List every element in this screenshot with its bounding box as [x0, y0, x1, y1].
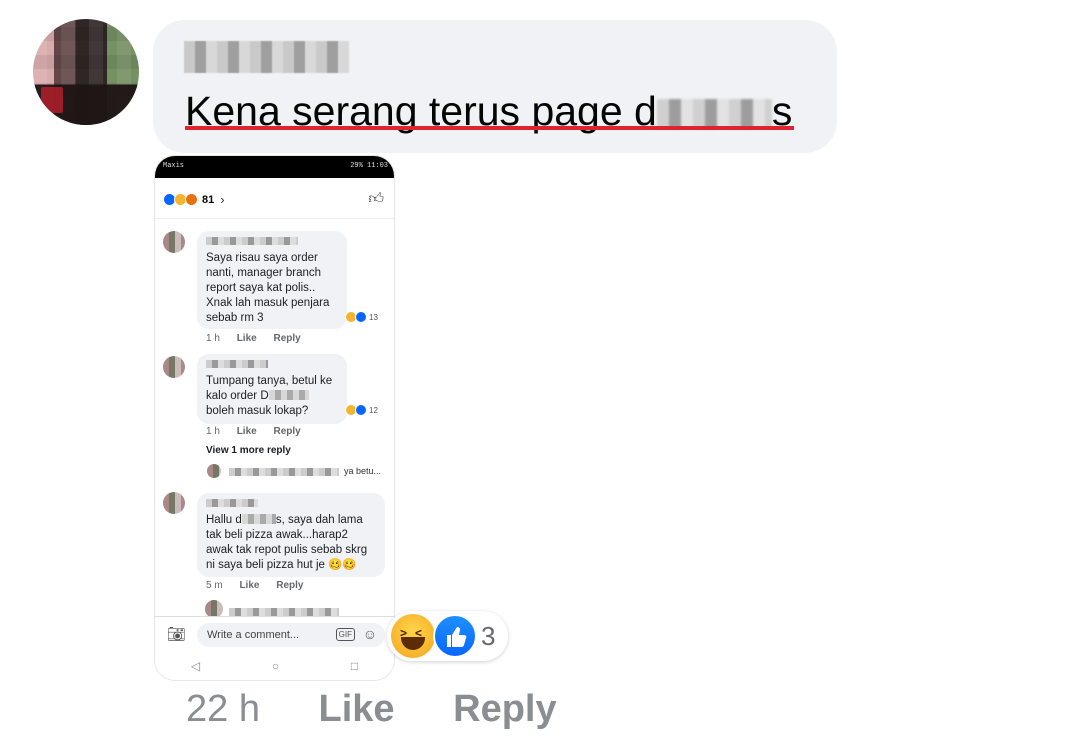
- comment-text: Hallu d s, saya dah lama tak beli pizza a…: [206, 514, 368, 571]
- haha-emoji-icon: ><: [391, 614, 435, 658]
- gif-button[interactable]: GIF: [335, 628, 355, 641]
- comment-text: Saya risau saya order nanti, manager bra…: [206, 252, 330, 324]
- name-blurred: [229, 608, 339, 616]
- reaction-total: 81: [202, 193, 215, 206]
- name-blurred: [206, 499, 258, 507]
- red-underline: [185, 126, 794, 130]
- avatar[interactable]: [207, 464, 221, 478]
- comment-time: 5 m: [206, 580, 223, 591]
- comment-reactions[interactable]: 13: [345, 311, 378, 323]
- comment-actions: 22 h Like Reply: [186, 688, 605, 731]
- comment-meta: 5 m Like Reply: [206, 580, 317, 591]
- redacted-text: [656, 99, 772, 129]
- reply-link[interactable]: Reply: [276, 580, 303, 591]
- battery-time-label: 29% 11:03: [350, 162, 388, 170]
- reply-preview[interactable]: ya betu...: [344, 466, 381, 476]
- recents-nav-icon[interactable]: □: [351, 659, 358, 673]
- smile-icon[interactable]: ☺: [363, 626, 377, 642]
- reply-link[interactable]: Reply: [273, 426, 300, 437]
- list-item: Tumpang tanya, betul ke kalo order D bol…: [197, 354, 347, 424]
- like-link[interactable]: Like: [239, 580, 259, 591]
- home-nav-icon[interactable]: ○: [272, 659, 279, 673]
- reply-button[interactable]: Reply: [453, 688, 556, 730]
- comment-reactions[interactable]: 12: [345, 404, 378, 416]
- reaction-count: 3: [481, 621, 496, 651]
- like-link[interactable]: Like: [237, 333, 257, 344]
- chevron-right-icon: ›: [220, 192, 225, 207]
- carrier-label: Maxis: [163, 162, 185, 170]
- composer-placeholder: Write a comment...: [207, 629, 300, 641]
- android-nav-bar: ◁ ○ □: [155, 652, 394, 680]
- thumbs-up-icon: [433, 614, 477, 658]
- reaction-pill[interactable]: >< 3: [387, 611, 508, 661]
- avatar[interactable]: [163, 492, 185, 514]
- phone-status-bar: Maxis 29% 11:03: [155, 156, 394, 178]
- avatar[interactable]: [163, 231, 185, 253]
- reaction-summary[interactable]: 81 ›: [163, 192, 225, 207]
- post-reactions-header: 81 › 👍︎: [155, 178, 394, 219]
- comment-time: 1 h: [206, 333, 220, 344]
- comment-time: 1 h: [206, 426, 220, 437]
- comment-composer: 📷︎ Write a comment... GIF ☺: [155, 616, 394, 653]
- reaction-count: 13: [369, 312, 378, 322]
- avatar[interactable]: [163, 356, 185, 378]
- view-more-replies[interactable]: View 1 more reply: [206, 445, 291, 456]
- comment-meta: 1 h Like Reply: [206, 333, 315, 344]
- list-item: Saya risau saya order nanti, manager bra…: [197, 231, 347, 329]
- attached-screenshot[interactable]: Maxis 29% 11:03 81 › 👍︎ Saya risau saya …: [155, 156, 394, 680]
- comment-time[interactable]: 22 h: [186, 688, 260, 730]
- like-button[interactable]: Like: [319, 688, 395, 730]
- comment-input[interactable]: Write a comment... GIF ☺: [197, 623, 385, 647]
- list-item: Hallu d s, saya dah lama tak beli pizza a…: [197, 493, 385, 577]
- like-icon: [355, 404, 367, 416]
- name-blurred: [229, 468, 339, 476]
- like-icon: [355, 311, 367, 323]
- like-link[interactable]: Like: [237, 426, 257, 437]
- commenter-avatar[interactable]: [33, 19, 139, 125]
- thumbs-up-icon[interactable]: 👍︎: [368, 190, 384, 208]
- angry-mini-icon: [185, 193, 198, 206]
- camera-icon[interactable]: 📷︎: [167, 625, 186, 643]
- name-blurred: [206, 360, 268, 368]
- comment-meta: 1 h Like Reply: [206, 426, 315, 437]
- reply-link[interactable]: Reply: [273, 333, 300, 344]
- name-blurred: [206, 237, 298, 245]
- comment-text: Tumpang tanya, betul ke kalo order D bol…: [206, 375, 333, 417]
- commenter-name-blurred[interactable]: [184, 41, 349, 73]
- back-nav-icon[interactable]: ◁: [191, 659, 200, 673]
- reaction-count: 12: [369, 405, 378, 415]
